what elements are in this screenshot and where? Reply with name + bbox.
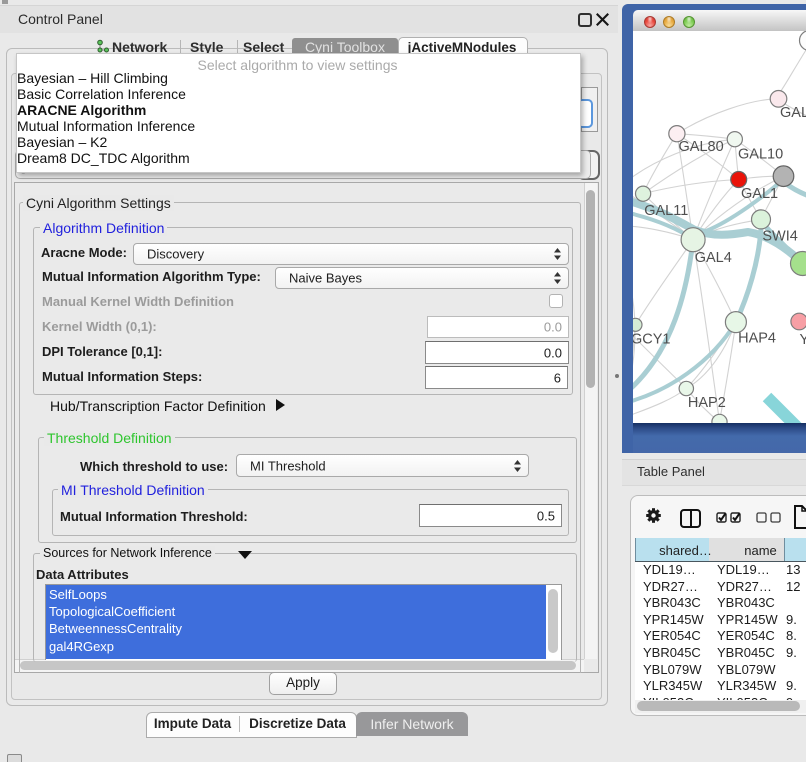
svg-text:GAL4: GAL4 xyxy=(695,250,732,266)
svg-text:GCY1: GCY1 xyxy=(633,332,671,348)
svg-text:Y: Y xyxy=(800,332,806,348)
svg-text:SWI4: SWI4 xyxy=(762,229,797,245)
svg-text:GAL1: GAL1 xyxy=(741,186,778,202)
svg-text:GAL11: GAL11 xyxy=(644,203,688,219)
svg-text:HAP2: HAP2 xyxy=(688,395,726,411)
svg-text:HAP4: HAP4 xyxy=(738,331,776,347)
svg-text:GAL: GAL xyxy=(780,105,806,121)
svg-text:GAL80: GAL80 xyxy=(679,139,724,155)
svg-text:GAL10: GAL10 xyxy=(738,147,783,163)
